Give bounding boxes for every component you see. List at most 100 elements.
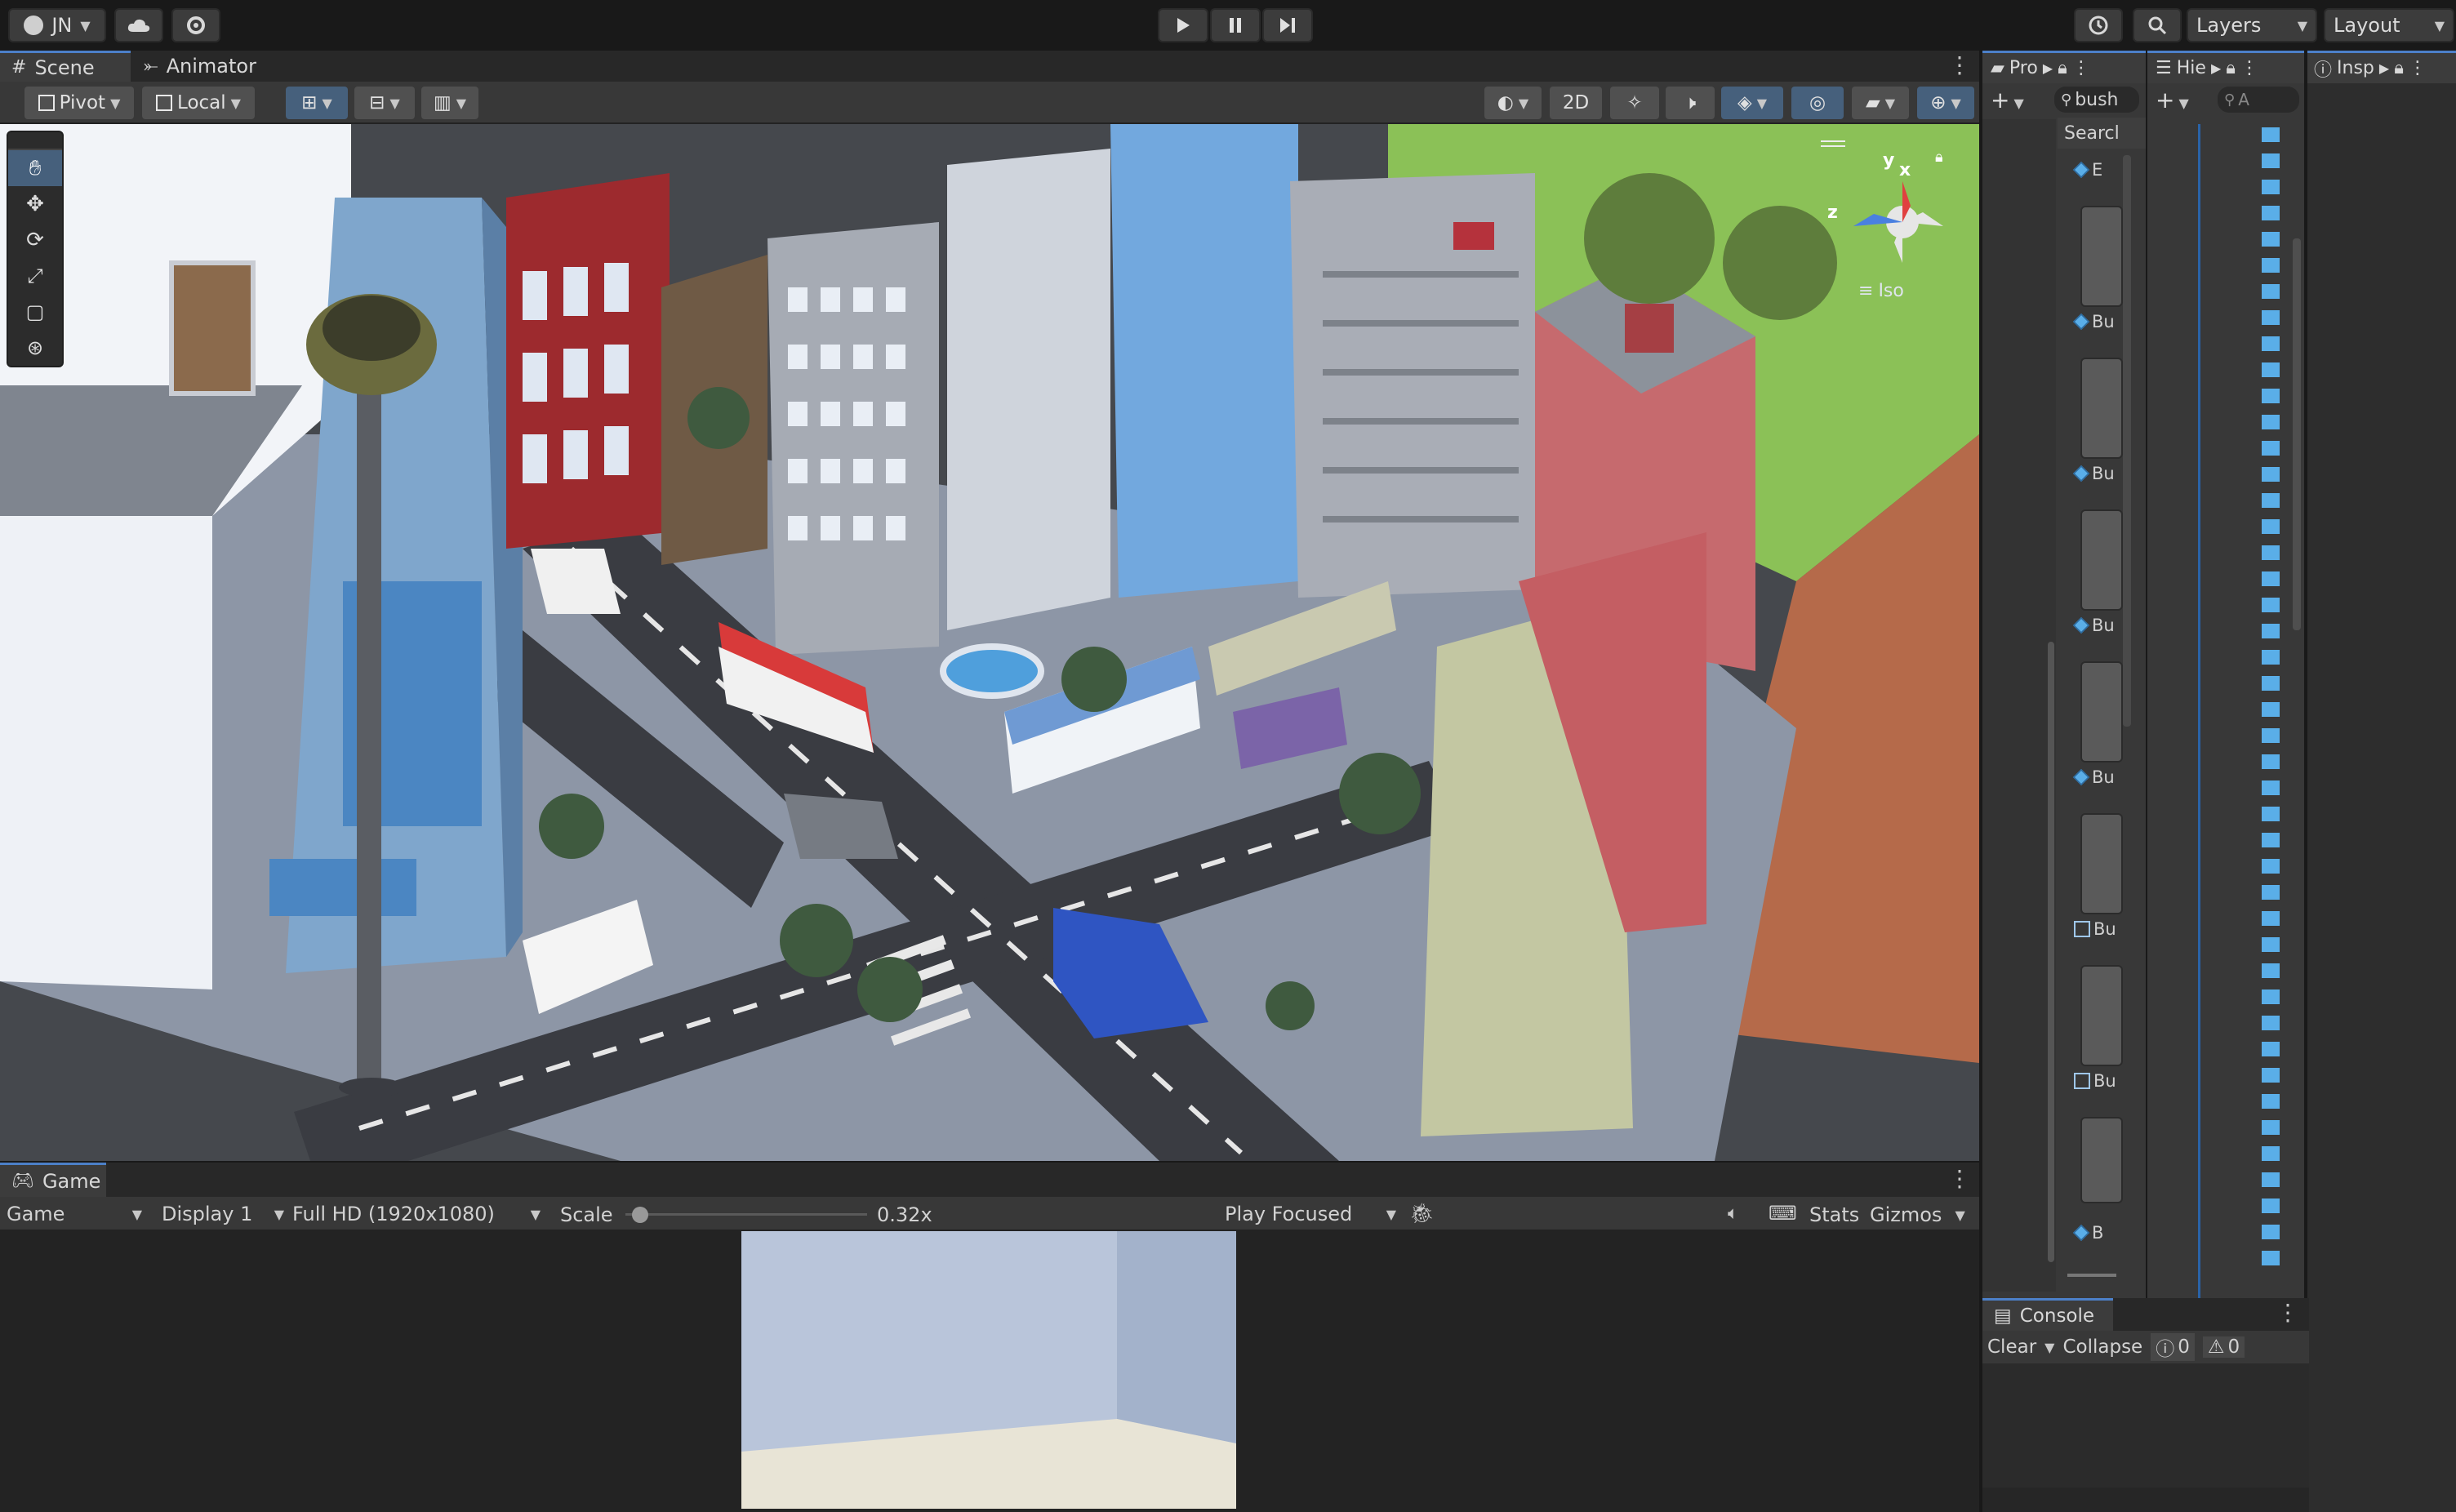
grid-snapping-toggle[interactable]: ⊞ ▼: [286, 87, 348, 119]
info-filter-button[interactable]: ⓘ 0: [2151, 1333, 2195, 1361]
gizmos-button[interactable]: Gizmos ▼: [1870, 1203, 1965, 1226]
console-log-area[interactable]: [1982, 1365, 2309, 1488]
game-view-dropdown[interactable]: Game ▼: [7, 1200, 145, 1228]
hand-tool-button[interactable]: ✋︎: [8, 150, 62, 186]
scene-orientation-gizmo[interactable]: 🔒︎ y x z ≡ Iso: [1821, 132, 1960, 312]
rotate-tool-button[interactable]: ⟳: [8, 222, 62, 258]
project-tab-bar: ▰ Pro ▶ 🔒︎ ⋮: [1982, 51, 2146, 83]
move-tool-button[interactable]: ✥: [8, 186, 62, 222]
audio-toggle[interactable]: 🕨: [1666, 87, 1715, 119]
asset-item[interactable]: Bu: [2072, 616, 2115, 635]
draw-mode-dropdown[interactable]: ◐ ▼: [1484, 87, 1542, 119]
project-scrollbar[interactable]: [2123, 155, 2131, 727]
project-more-menu-icon[interactable]: ⋮: [2072, 58, 2090, 78]
display-dropdown[interactable]: Display 1 ▼: [162, 1200, 284, 1228]
scene-viewport[interactable]: ✋︎ ✥ ⟳ ⤢ ▢ ⊛ 🔒︎ y x z ≡ Iso: [0, 124, 1979, 1161]
frame-debugger-button[interactable]: 🐞︎: [1409, 1202, 1434, 1225]
rect-tool-button[interactable]: ▢: [8, 294, 62, 330]
layout-dropdown[interactable]: Layout ▼: [2324, 8, 2454, 42]
asset-thumbnail[interactable]: [2080, 1117, 2123, 1203]
scale-slider[interactable]: [625, 1207, 867, 1223]
lighting-toggle[interactable]: ✧: [1610, 87, 1659, 119]
projection-toggle[interactable]: ≡ Iso: [1858, 281, 1904, 301]
mute-audio-button[interactable]: 🔈︎: [1728, 1203, 1738, 1224]
effects-dropdown[interactable]: ◈ ▼: [1721, 87, 1783, 119]
stats-button[interactable]: Stats: [1809, 1203, 1859, 1226]
tab-scene[interactable]: # Scene: [0, 51, 131, 82]
cloud-icon: [127, 19, 150, 32]
asset-item[interactable]: Bu: [2074, 1071, 2116, 1091]
lock-icon[interactable]: 🔒︎: [2394, 58, 2404, 78]
hierarchy-selection-line: [2198, 124, 2200, 1308]
tab-console[interactable]: ▤ Console: [1982, 1298, 2113, 1331]
pivot-label: Pivot: [59, 92, 106, 113]
cloud-button[interactable]: [114, 8, 163, 42]
game-view[interactable]: [0, 1231, 1979, 1512]
tab-inspector[interactable]: ⓘ Insp ▶ 🔒︎ ⋮: [2307, 51, 2456, 83]
increment-snap-toggle[interactable]: ▥ ▼: [421, 87, 478, 119]
grid-visibility-toggle[interactable]: ⊟ ▼: [354, 87, 415, 119]
scene-visibility-toggle[interactable]: ◎: [1791, 87, 1844, 119]
asset-thumbnail[interactable]: [2080, 206, 2123, 307]
asset-thumbnail[interactable]: [2080, 358, 2123, 459]
project-search-field[interactable]: ⚲ bush: [2054, 87, 2139, 113]
layers-dropdown[interactable]: Layers ▼: [2187, 8, 2317, 42]
keyboard-shortcuts-button[interactable]: ⌨: [1769, 1202, 1797, 1225]
local-label: Local: [177, 92, 226, 113]
transform-tool-button[interactable]: ⊛: [8, 330, 62, 366]
project-create-button[interactable]: + ▼: [1991, 87, 2024, 113]
lock-icon[interactable]: 🔒︎: [2058, 58, 2067, 78]
animator-icon: ⤜: [144, 56, 158, 77]
chevron-down-icon: ▼: [530, 1206, 541, 1222]
asset-item[interactable]: Bu: [2072, 312, 2115, 331]
asset-item[interactable]: Bu: [2074, 919, 2116, 939]
hierarchy-create-button[interactable]: + ▼: [2156, 87, 2189, 113]
tree-scrollbar[interactable]: [2048, 642, 2054, 1262]
local-dropdown[interactable]: Local ▼: [142, 87, 255, 119]
tab-game[interactable]: 🎮︎ Game: [0, 1163, 106, 1197]
tab-animator[interactable]: ⤜ Animator: [132, 51, 271, 82]
step-button[interactable]: [1262, 8, 1313, 42]
asset-item[interactable]: Bu: [2072, 767, 2115, 787]
gizmos-dropdown[interactable]: ⊕ ▼: [1917, 87, 1974, 119]
camera-dropdown[interactable]: ▰ ▼: [1852, 87, 1909, 119]
warning-filter-button[interactable]: ⚠ 0: [2202, 1336, 2245, 1358]
clear-button[interactable]: Clear: [1987, 1336, 2036, 1358]
inspector-more-menu-icon[interactable]: ⋮: [2409, 58, 2427, 78]
console-more-menu-icon[interactable]: ⋮: [2276, 1301, 2299, 1324]
hierarchy-search-field[interactable]: ⚲ A: [2218, 87, 2299, 113]
pause-button[interactable]: [1210, 8, 1261, 42]
hierarchy-list[interactable]: [2262, 122, 2294, 1265]
asset-thumbnail[interactable]: [2080, 813, 2123, 914]
play-mode-dropdown[interactable]: Play Focused ▼: [1225, 1200, 1396, 1228]
scale-slider-thumb[interactable]: [632, 1207, 648, 1223]
game-more-menu-icon[interactable]: ⋮: [1948, 1167, 1971, 1190]
hierarchy-more-menu-icon[interactable]: ⋮: [2240, 58, 2258, 78]
asset-thumbnail[interactable]: [2080, 965, 2123, 1066]
asset-item[interactable]: B: [2072, 1223, 2103, 1243]
thumbnail-size-slider[interactable]: [2067, 1274, 2116, 1277]
shading-sphere-icon: ◐: [1497, 92, 1514, 113]
gizmo-lock-icon[interactable]: 🔒︎: [1935, 149, 1943, 166]
tab-hierarchy[interactable]: ☰ Hie ▶ 🔒︎ ⋮: [2147, 51, 2304, 83]
scale-tool-button[interactable]: ⤢: [8, 258, 62, 294]
tab-project[interactable]: ▰ Pro ▶ 🔒︎ ⋮: [1982, 51, 2146, 83]
scene-more-menu-icon[interactable]: ⋮: [1948, 54, 1971, 77]
toggle-2d-button[interactable]: 2D: [1550, 87, 1602, 119]
history-button[interactable]: [2074, 8, 2123, 42]
play-button[interactable]: [1158, 8, 1208, 42]
asset-item[interactable]: E: [2072, 160, 2102, 180]
asset-thumbnail[interactable]: [2080, 509, 2123, 611]
collapse-button[interactable]: Collapse: [2062, 1336, 2142, 1358]
account-button[interactable]: JN ▼: [8, 8, 106, 42]
console-detail-area[interactable]: [1982, 1488, 2309, 1512]
asset-item[interactable]: Bu: [2072, 464, 2115, 483]
resolution-dropdown[interactable]: Full HD (1920x1080) ▼: [292, 1200, 541, 1228]
search-button[interactable]: [2133, 8, 2182, 42]
project-folder-tree[interactable]: [1982, 119, 2056, 1292]
asset-thumbnail[interactable]: [2080, 661, 2123, 763]
chevron-down-icon[interactable]: ▼: [2044, 1340, 2054, 1355]
collab-button[interactable]: [171, 8, 220, 42]
pivot-dropdown[interactable]: Pivot ▼: [24, 87, 134, 119]
lock-icon[interactable]: 🔒︎: [2226, 58, 2236, 78]
